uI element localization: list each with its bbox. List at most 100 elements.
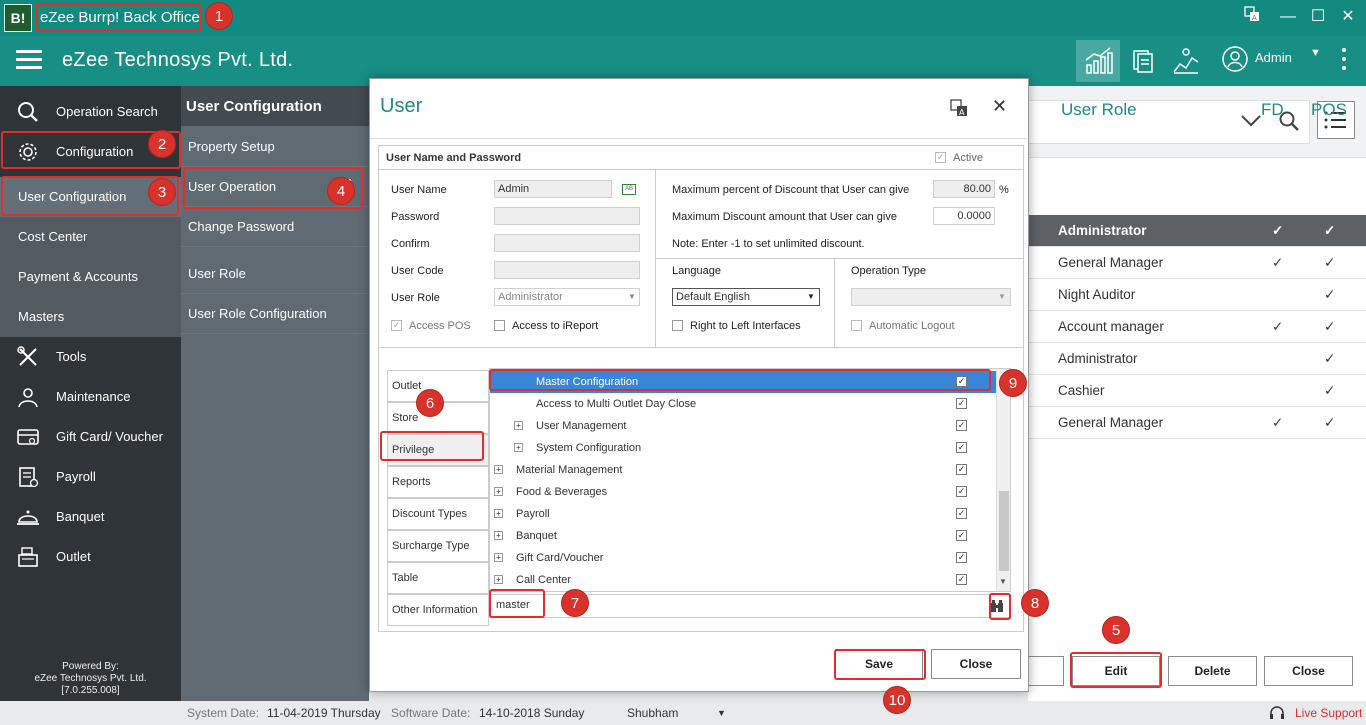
- scroll-down-icon[interactable]: ▼: [999, 577, 1007, 586]
- sidebar-item-cost-center[interactable]: Cost Center: [0, 217, 181, 257]
- close-dialog-icon[interactable]: ✕: [992, 96, 1007, 117]
- column-header-pos: POS: [1311, 100, 1347, 119]
- annotation-highlight: [834, 649, 926, 680]
- translate-icon[interactable]: A: [1240, 6, 1264, 28]
- close-list-button[interactable]: Close: [1264, 656, 1353, 686]
- language-select[interactable]: Default English: [672, 288, 820, 306]
- status-bar: System Date: 11-04-2019 Thursday Softwar…: [181, 701, 1366, 725]
- sidebar-item-gift-card[interactable]: Gift Card/ Voucher: [0, 417, 181, 457]
- sidebar-item-payroll[interactable]: Payroll: [0, 457, 181, 497]
- step-marker: 8: [1021, 589, 1049, 617]
- checkbox[interactable]: [956, 574, 967, 585]
- tree-item[interactable]: + Banquet: [490, 525, 1010, 547]
- maximize-icon[interactable]: ☐: [1306, 6, 1330, 28]
- step-marker: 4: [327, 177, 355, 205]
- annotation-highlight: [489, 589, 545, 618]
- sidebar-item-payment-accounts[interactable]: Payment & Accounts: [0, 257, 181, 297]
- table-row[interactable]: General Manager ✓ ✓: [1028, 247, 1366, 279]
- sidebar-item-banquet[interactable]: Banquet: [0, 497, 181, 537]
- submenu-property-setup[interactable]: Property Setup: [181, 127, 369, 167]
- expand-icon[interactable]: +: [494, 509, 503, 518]
- step-marker: 7: [561, 589, 589, 617]
- username-field[interactable]: Admin: [494, 180, 612, 198]
- tab-table[interactable]: Table: [387, 562, 489, 594]
- sidebar-item-outlet[interactable]: Outlet: [0, 537, 181, 577]
- delete-button[interactable]: Delete: [1168, 656, 1257, 686]
- checkbox[interactable]: [956, 486, 967, 497]
- password-field[interactable]: [494, 207, 640, 225]
- operation-type-select[interactable]: [851, 288, 1011, 306]
- expand-icon[interactable]: +: [494, 553, 503, 562]
- keyboard-icon[interactable]: AB: [622, 184, 636, 195]
- sidebar-item-tools[interactable]: Tools: [0, 337, 181, 377]
- expand-icon[interactable]: +: [494, 575, 503, 584]
- company-name: eZee Technosys Pvt. Ltd.: [62, 49, 294, 71]
- analytics-icon[interactable]: [1164, 40, 1208, 82]
- tree-item[interactable]: Access to Multi Outlet Day Close: [490, 393, 1010, 415]
- checkbox[interactable]: [956, 552, 967, 563]
- user-role-select[interactable]: Administrator: [494, 288, 640, 306]
- chevron-down-icon: ▼: [998, 292, 1006, 301]
- more-options-icon[interactable]: [1339, 46, 1349, 76]
- minimize-icon[interactable]: —: [1276, 6, 1300, 28]
- close-dialog-button[interactable]: Close: [931, 649, 1021, 679]
- checkbox[interactable]: [956, 508, 967, 519]
- checkbox[interactable]: [956, 464, 967, 475]
- max-discount-amount-field[interactable]: 0.0000: [933, 207, 995, 225]
- annotation-highlight: [36, 3, 201, 32]
- table-row[interactable]: Administrator ✓: [1028, 343, 1366, 375]
- active-checkbox[interactable]: [935, 152, 946, 163]
- tree-item[interactable]: + Food & Beverages: [490, 481, 1010, 503]
- sidebar-operation-search[interactable]: Operation Search: [0, 92, 181, 132]
- access-ireport-checkbox[interactable]: [494, 320, 505, 331]
- expand-icon[interactable]: +: [494, 487, 503, 496]
- tab-discount-types[interactable]: Discount Types: [387, 498, 489, 530]
- scrollbar[interactable]: ▼: [996, 369, 1010, 591]
- auto-logout-checkbox[interactable]: [851, 320, 862, 331]
- close-window-icon[interactable]: ✕: [1336, 6, 1360, 28]
- access-pos-checkbox[interactable]: [391, 320, 402, 331]
- tree-item[interactable]: + Call Center: [490, 569, 1010, 591]
- tree-item[interactable]: + Payroll: [490, 503, 1010, 525]
- submenu-user-role[interactable]: User Role: [181, 254, 369, 294]
- current-user-select[interactable]: Shubham: [627, 701, 678, 725]
- scrollbar-thumb[interactable]: [999, 491, 1009, 571]
- expand-icon[interactable]: +: [514, 443, 523, 452]
- partial-button[interactable]: [1028, 656, 1064, 686]
- sidebar-item-masters[interactable]: Masters: [0, 297, 181, 337]
- tree-item[interactable]: + Material Management: [490, 459, 1010, 481]
- chevron-down-icon[interactable]: [1240, 114, 1262, 128]
- user-code-field[interactable]: [494, 261, 640, 279]
- checkbox[interactable]: [956, 530, 967, 541]
- table-row[interactable]: Administrator ✓ ✓: [1028, 215, 1366, 247]
- rtl-checkbox[interactable]: [672, 320, 683, 331]
- expand-icon[interactable]: +: [494, 465, 503, 474]
- tree-item[interactable]: + User Management: [490, 415, 1010, 437]
- max-discount-percent-field[interactable]: 80.00: [933, 180, 995, 198]
- live-support-link[interactable]: Live Support: [1295, 701, 1362, 725]
- table-row[interactable]: Cashier ✓: [1028, 375, 1366, 407]
- menu-icon[interactable]: [16, 50, 42, 70]
- checkbox[interactable]: [956, 398, 967, 409]
- tree-item[interactable]: + Gift Card/Voucher: [490, 547, 1010, 569]
- table-row[interactable]: Night Auditor ✓: [1028, 279, 1366, 311]
- reports-icon[interactable]: [1120, 40, 1164, 82]
- translate-icon[interactable]: A: [950, 99, 968, 117]
- tab-other-information[interactable]: Other Information: [387, 594, 489, 626]
- checkbox[interactable]: [956, 420, 967, 431]
- confirm-password-field[interactable]: [494, 234, 640, 252]
- filter-bar: [1028, 86, 1366, 158]
- annotation-highlight: [989, 593, 1011, 620]
- tab-reports[interactable]: Reports: [387, 466, 489, 498]
- submenu-change-password[interactable]: Change Password: [181, 207, 369, 247]
- table-row[interactable]: General Manager ✓ ✓: [1028, 407, 1366, 439]
- checkbox[interactable]: [956, 442, 967, 453]
- table-row[interactable]: Account manager ✓ ✓: [1028, 311, 1366, 343]
- dashboard-chart-icon[interactable]: [1076, 40, 1120, 82]
- tab-surcharge-type[interactable]: Surcharge Type: [387, 530, 489, 562]
- tree-item[interactable]: + System Configuration: [490, 437, 1010, 459]
- expand-icon[interactable]: +: [494, 531, 503, 540]
- sidebar-item-maintenance[interactable]: Maintenance: [0, 377, 181, 417]
- submenu-user-role-configuration[interactable]: User Role Configuration: [181, 294, 369, 334]
- expand-icon[interactable]: +: [514, 421, 523, 430]
